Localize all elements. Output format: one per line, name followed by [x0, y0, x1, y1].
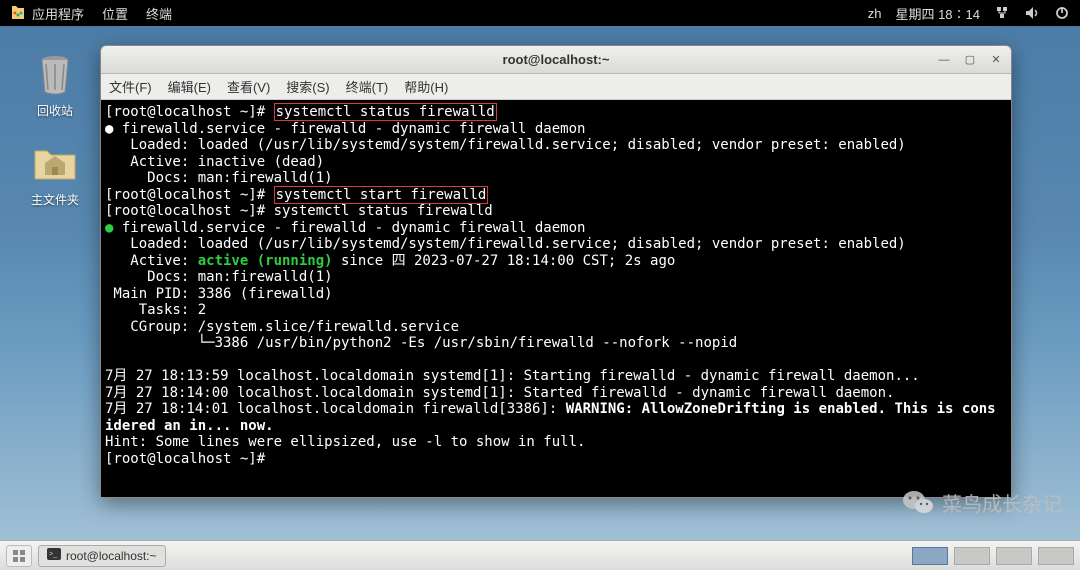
- log-line-3c: idered an in... now.: [105, 418, 274, 434]
- cmd-box-2: systemctl start firewalld: [274, 186, 489, 204]
- clock[interactable]: 星期四 18∶14: [895, 4, 980, 23]
- prompt: [root@localhost ~]#: [105, 203, 274, 219]
- close-button[interactable]: ✕: [987, 52, 1005, 68]
- task-bar: >_ root@localhost:~: [0, 540, 1080, 570]
- prompt: [root@localhost ~]#: [105, 451, 274, 467]
- menu-search[interactable]: 搜索(S): [286, 77, 329, 96]
- topbar-places[interactable]: 位置: [102, 4, 128, 23]
- watermark: 菜鸟成长杂记: [900, 484, 1062, 520]
- log-line-3a: 7月 27 18:14:01 localhost.localdomain fir…: [105, 401, 566, 417]
- topbar-terminal[interactable]: 终端: [146, 4, 172, 23]
- docs-line-2: Docs: man:firewalld(1): [105, 269, 333, 285]
- power-icon[interactable]: [1054, 5, 1070, 21]
- prompt: [root@localhost ~]#: [105, 104, 274, 120]
- terminal-icon: >_: [47, 548, 61, 563]
- workspace-2[interactable]: [954, 547, 990, 565]
- status-bullet-dead: ●: [105, 121, 113, 137]
- maximize-button[interactable]: ▢: [961, 52, 979, 68]
- terminal-window: root@localhost:~ — ▢ ✕ 文件(F) 编辑(E) 查看(V)…: [100, 45, 1012, 498]
- workspace-4[interactable]: [1038, 547, 1074, 565]
- workspace-switcher[interactable]: [912, 547, 1074, 565]
- home-folder-icon[interactable]: 主文件夹: [20, 139, 90, 208]
- workspace-3[interactable]: [996, 547, 1032, 565]
- input-lang[interactable]: zh: [868, 6, 882, 21]
- network-icon[interactable]: [994, 5, 1010, 21]
- wechat-icon: [900, 484, 936, 520]
- watermark-text: 菜鸟成长杂记: [942, 488, 1062, 517]
- menu-help[interactable]: 帮助(H): [404, 77, 448, 96]
- service-line-2: firewalld.service - firewalld - dynamic …: [122, 220, 586, 236]
- places-icon: [10, 5, 26, 21]
- active-pre: Active:: [105, 253, 198, 269]
- menu-view[interactable]: 查看(V): [227, 77, 270, 96]
- loaded-line-2: Loaded: loaded (/usr/lib/systemd/system/…: [105, 236, 906, 252]
- service-line: firewalld.service - firewalld - dynamic …: [122, 121, 586, 137]
- trash-label: 回收站: [37, 102, 73, 119]
- window-title: root@localhost:~: [503, 52, 610, 67]
- home-label: 主文件夹: [31, 191, 79, 208]
- cgroup-line-2: └─3386 /usr/bin/python2 -Es /usr/sbin/fi…: [105, 335, 737, 351]
- active-dead-line: Active: inactive (dead): [105, 154, 324, 170]
- log-line-1: 7月 27 18:13:59 localhost.localdomain sys…: [105, 368, 920, 384]
- taskbar-item-label: root@localhost:~: [66, 549, 157, 563]
- folder-image: [31, 139, 79, 187]
- topbar-apps[interactable]: 应用程序: [32, 4, 84, 23]
- trash-image: [31, 50, 79, 98]
- minimize-button[interactable]: —: [935, 52, 953, 68]
- prompt: [root@localhost ~]#: [105, 187, 274, 203]
- top-panel: 应用程序 位置 终端 zh 星期四 18∶14: [0, 0, 1080, 26]
- hint-line: Hint: Some lines were ellipsized, use -l…: [105, 434, 585, 450]
- loaded-line: Loaded: loaded (/usr/lib/systemd/system/…: [105, 137, 906, 153]
- menu-file[interactable]: 文件(F): [109, 77, 152, 96]
- active-post: since 四 2023-07-27 18:14:00 CST; 2s ago: [333, 253, 676, 269]
- cgroup-line: CGroup: /system.slice/firewalld.service: [105, 319, 459, 335]
- volume-icon[interactable]: [1024, 5, 1040, 21]
- workspace-1[interactable]: [912, 547, 948, 565]
- taskbar-item-terminal[interactable]: >_ root@localhost:~: [38, 545, 166, 567]
- svg-text:>_: >_: [49, 551, 57, 558]
- menu-bar: 文件(F) 编辑(E) 查看(V) 搜索(S) 终端(T) 帮助(H): [101, 74, 1011, 100]
- mainpid-line: Main PID: 3386 (firewalld): [105, 286, 333, 302]
- cmd-box-1: systemctl status firewalld: [274, 103, 497, 121]
- menu-terminal[interactable]: 终端(T): [346, 77, 389, 96]
- status-bullet-running: ●: [105, 220, 113, 236]
- active-running: active (running): [198, 253, 333, 269]
- terminal-body[interactable]: [root@localhost ~]# systemctl status fir…: [101, 100, 1011, 497]
- menu-edit[interactable]: 编辑(E): [168, 77, 211, 96]
- log-line-3b: WARNING: AllowZoneDrifting is enabled. T…: [566, 401, 996, 417]
- tasks-line: Tasks: 2: [105, 302, 206, 318]
- log-line-2: 7月 27 18:14:00 localhost.localdomain sys…: [105, 385, 894, 401]
- docs-line: Docs: man:firewalld(1): [105, 170, 333, 186]
- trash-icon[interactable]: 回收站: [20, 50, 90, 119]
- show-desktop-button[interactable]: [6, 545, 32, 567]
- title-bar[interactable]: root@localhost:~ — ▢ ✕: [101, 46, 1011, 74]
- cmd-3: systemctl status firewalld: [274, 203, 493, 219]
